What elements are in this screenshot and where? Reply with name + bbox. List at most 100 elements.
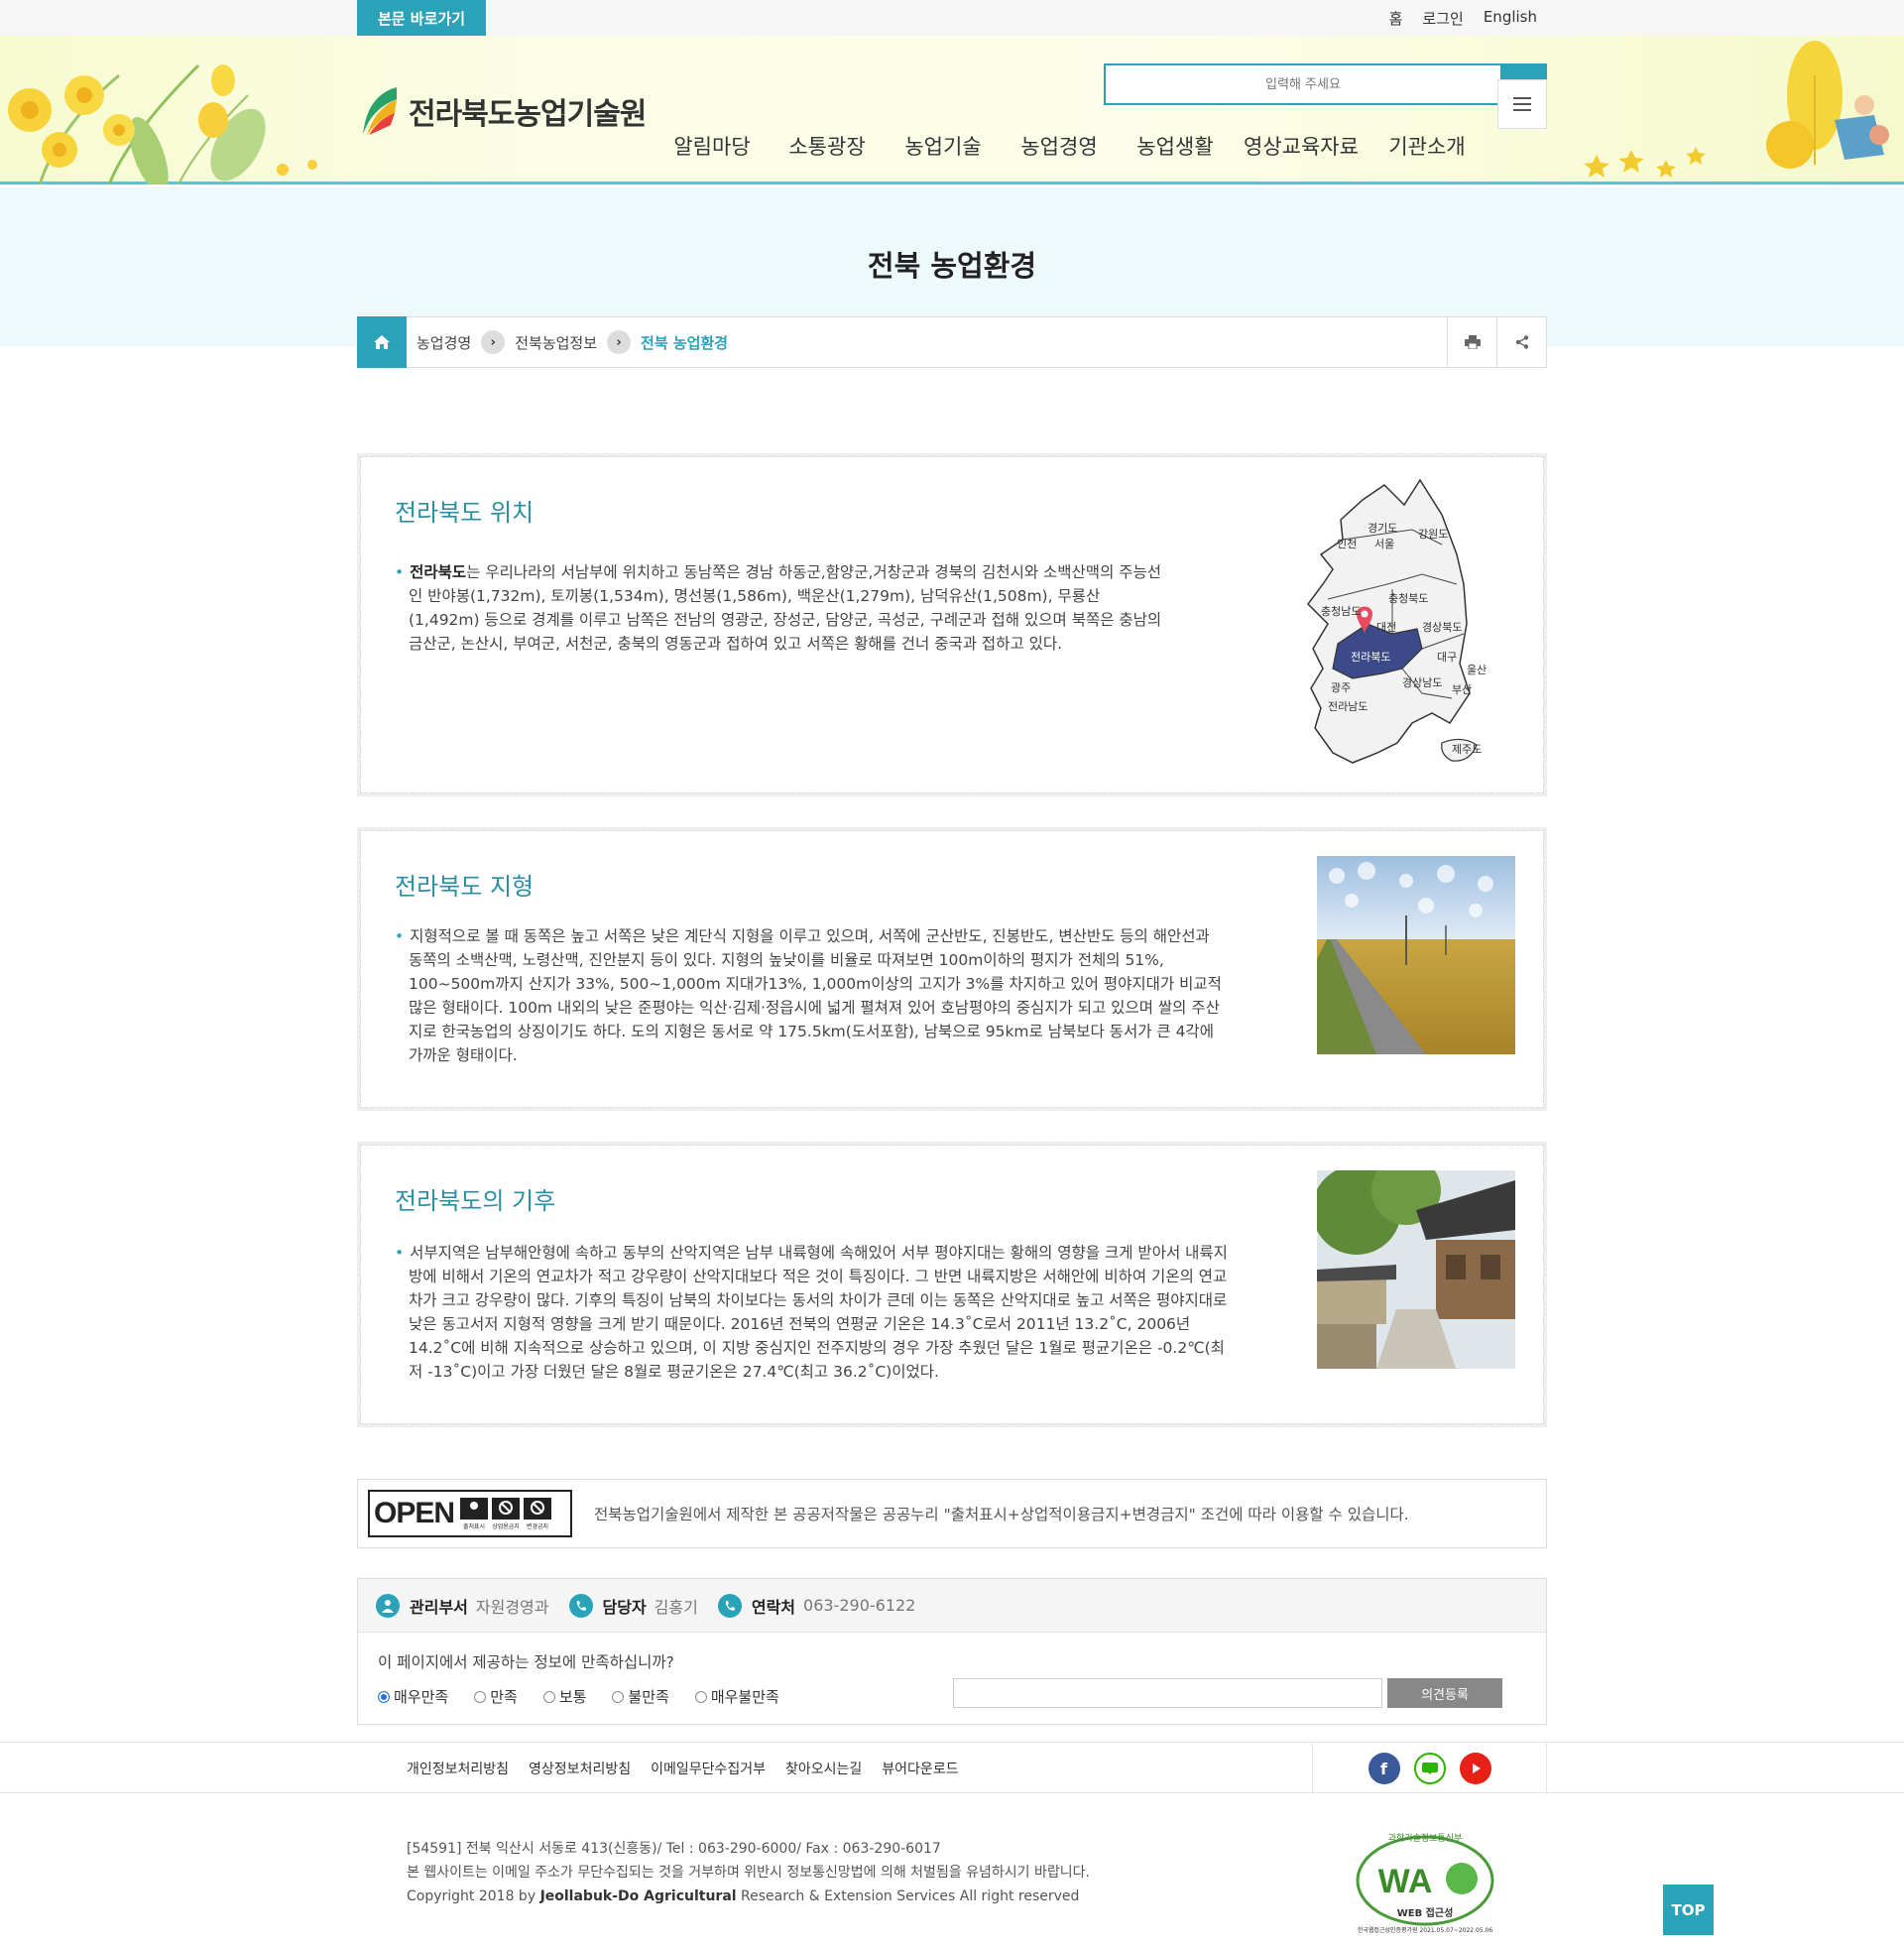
main-navigation: 알림마당 소통광장 농업기술 농업경영 농업생활 영상교육자료 기관소개 (654, 131, 1486, 161)
satisfaction-option[interactable]: 불만족 (612, 1686, 669, 1707)
print-icon (1464, 335, 1481, 349)
satisfaction-option[interactable]: 만족 (474, 1686, 518, 1707)
map-label: 제주도 (1452, 743, 1482, 756)
contact-label: 연락처 (751, 1597, 796, 1617)
survey-question: 이 페이지에서 제공하는 정보에 만족하십니까? (378, 1653, 674, 1671)
scroll-top-button[interactable]: TOP (1663, 1885, 1714, 1935)
nav-item-notice[interactable]: 알림마당 (654, 131, 770, 161)
utility-links: 홈 로그인 English (1389, 8, 1537, 29)
radio-icon[interactable] (474, 1690, 487, 1703)
footer-info: [54591] 전북 익산시 서동로 413(신흥동)/ Tel : 063-2… (407, 1837, 1090, 1908)
kogl-badge: OPEN 출처표시 상업용금지 변경금지 (368, 1490, 572, 1537)
svg-text:변경금지: 변경금지 (527, 1522, 548, 1530)
svg-text:WA: WA (1378, 1863, 1433, 1900)
login-link[interactable]: 로그인 (1422, 8, 1463, 29)
hanok-alley-photo (1317, 1170, 1515, 1369)
phone-icon (717, 1593, 742, 1618)
footer-nav: 개인정보처리방침 영상정보처리방침 이메일무단수집거부 찾아오시는길 뷰어다운로… (0, 1742, 1904, 1794)
section-text: • 전라북도는 우리나라의 서남부에 위치하고 동남쪽은 경남 하동군,함양군,거… (395, 563, 1162, 653)
site-logo[interactable]: 전라북도농업기술원 (357, 85, 647, 137)
satisfaction-option[interactable]: 매우만족 (378, 1686, 448, 1707)
blog-icon[interactable] (1413, 1753, 1446, 1784)
bullet-icon: • (395, 927, 405, 945)
map-label: 강원도 (1418, 528, 1448, 541)
facebook-icon[interactable]: f (1368, 1753, 1400, 1784)
map-label: 충청북도 (1388, 592, 1428, 605)
breadcrumb-item[interactable]: 전북농업정보 (515, 332, 597, 353)
search-input[interactable] (1104, 63, 1500, 105)
footer-address: [54591] 전북 익산시 서동로 413(신흥동)/ Tel : 063-2… (407, 1841, 941, 1857)
section-text: • 지형적으로 볼 때 동쪽은 높고 서쪽은 낮은 계단식 지형을 이루고 있으며… (395, 927, 1222, 1064)
share-button[interactable] (1496, 317, 1546, 367)
license-text: 전북농업기술원에서 제작한 본 공공저작물은 공공누리 "출처표시+상업적이용금… (594, 1506, 1409, 1523)
footer-link-email-refusal[interactable]: 이메일무단수집거부 (651, 1759, 766, 1778)
search-bar: 검색 (1104, 63, 1547, 105)
opinion-input[interactable] (953, 1678, 1382, 1708)
breadcrumb-item[interactable]: 농업경영 (416, 332, 471, 353)
satisfaction-option[interactable]: 매우불만족 (694, 1686, 779, 1707)
nav-item-community[interactable]: 소통광장 (770, 131, 885, 161)
map-label: 충청남도 (1321, 605, 1361, 618)
bullet-icon: • (395, 1244, 405, 1262)
nav-item-agri-management[interactable]: 농업경영 (1002, 131, 1117, 161)
footer-link-directions[interactable]: 찾아오시는길 (785, 1759, 862, 1778)
radio-checked-icon[interactable] (378, 1690, 390, 1703)
section-climate: 전라북도의 기후 • 서부지역은 남부해안형에 속하고 동부의 산악지역은 남부 … (357, 1142, 1547, 1427)
site-header: 전라북도농업기술원 검색 알림마당 소통광장 농업기술 농업경영 농업생활 영상… (0, 36, 1904, 184)
radio-icon[interactable] (542, 1690, 555, 1703)
section-title: 전라북도 위치 (395, 499, 535, 527)
kogl-open-text: OPEN (374, 1497, 455, 1529)
map-label: 전라북도 (1351, 651, 1390, 664)
section-terrain: 전라북도 지형 • 지형적으로 볼 때 동쪽은 높고 서쪽은 낮은 계단식 지형을… (357, 827, 1547, 1111)
korea-map: 경기도 인천 서울 강원도 충청북도 충청남도 대전 경상북도 전라북도 대구 … (1307, 478, 1487, 764)
map-label: 서울 (1374, 538, 1394, 550)
footer-link-privacy[interactable]: 개인정보처리방침 (407, 1759, 509, 1778)
satisfaction-option[interactable]: 보통 (542, 1686, 586, 1707)
svg-text:WEB 접근성: WEB 접근성 (1397, 1906, 1454, 1919)
manager-info: 관리부서 자원경영과 담당자 김홍기 연락처 063-290-6122 (358, 1579, 1546, 1633)
person-value: 김홍기 (654, 1597, 698, 1617)
logo-text: 전라북도농업기술원 (409, 97, 647, 132)
chevron-right-icon: › (607, 330, 632, 354)
nav-item-video-education[interactable]: 영상교육자료 (1234, 131, 1368, 161)
nav-item-about[interactable]: 기관소개 (1368, 131, 1486, 161)
breadcrumb-current: 전북 농업환경 (641, 333, 729, 352)
footer-link-cctv-policy[interactable]: 영상정보처리방침 (529, 1759, 631, 1778)
nav-item-agri-tech[interactable]: 농업기술 (885, 131, 1002, 161)
terrain-photo (1317, 856, 1515, 1054)
map-label: 대전 (1376, 621, 1396, 634)
submit-opinion-button[interactable]: 의견등록 (1387, 1678, 1502, 1708)
breadcrumb: 농업경영 › 전북농업정보 › 전북 농업환경 (357, 315, 1547, 368)
all-menu-button[interactable] (1497, 79, 1547, 129)
print-button[interactable] (1447, 317, 1496, 367)
svg-text:한국웹접근성인증평가원 2021.05.07~2022.05: 한국웹접근성인증평가원 2021.05.07~2022.05.06 (1358, 1926, 1493, 1934)
map-label: 경기도 (1368, 522, 1397, 535)
bullet-icon: • (395, 563, 405, 581)
svg-text:과학기술정보통신부: 과학기술정보통신부 (1388, 1833, 1463, 1844)
section-text: • 서부지역은 남부해안형에 속하고 동부의 산악지역은 남부 내륙형에 속해있어… (395, 1244, 1228, 1381)
footer-link-viewer-download[interactable]: 뷰어다운로드 (882, 1759, 958, 1778)
share-icon (1515, 335, 1528, 349)
sns-links: f (1312, 1743, 1547, 1794)
radio-icon[interactable] (612, 1690, 625, 1703)
web-accessibility-mark: 과학기술정보통신부 WA WEB 접근성 한국웹접근성인증평가원 2021.05… (1356, 1833, 1494, 1934)
english-link[interactable]: English (1484, 8, 1537, 29)
page-title: 전북 농업환경 (867, 249, 1037, 283)
chevron-right-icon: › (481, 330, 506, 354)
person-label: 담당자 (602, 1597, 647, 1617)
contact-value: 063-290-6122 (803, 1596, 916, 1615)
utility-bar (0, 0, 1904, 36)
nav-item-agri-life[interactable]: 농업생활 (1117, 131, 1234, 161)
footer-links: 개인정보처리방침 영상정보처리방침 이메일무단수집거부 찾아오시는길 뷰어다운로… (407, 1743, 959, 1794)
svg-text:출처표시: 출처표시 (463, 1522, 485, 1530)
home-link[interactable]: 홈 (1389, 8, 1403, 29)
footer-copyright: Copyright 2018 by Jeollabuk-Do Agricultu… (407, 1888, 1080, 1904)
skip-to-content-link[interactable]: 본문 바로가기 (357, 0, 486, 36)
page-manager-panel: 관리부서 자원경영과 담당자 김홍기 연락처 063-290-6122 이 페이… (357, 1578, 1547, 1725)
youtube-icon[interactable] (1459, 1753, 1491, 1784)
breadcrumb-home[interactable] (357, 315, 407, 368)
footer-notice: 본 웹사이트는 이메일 주소가 무단수집되는 것을 거부하며 위반시 정보통신망… (407, 1865, 1090, 1881)
radio-icon[interactable] (694, 1690, 707, 1703)
phone-icon (568, 1593, 593, 1618)
dept-label: 관리부서 (410, 1597, 468, 1617)
